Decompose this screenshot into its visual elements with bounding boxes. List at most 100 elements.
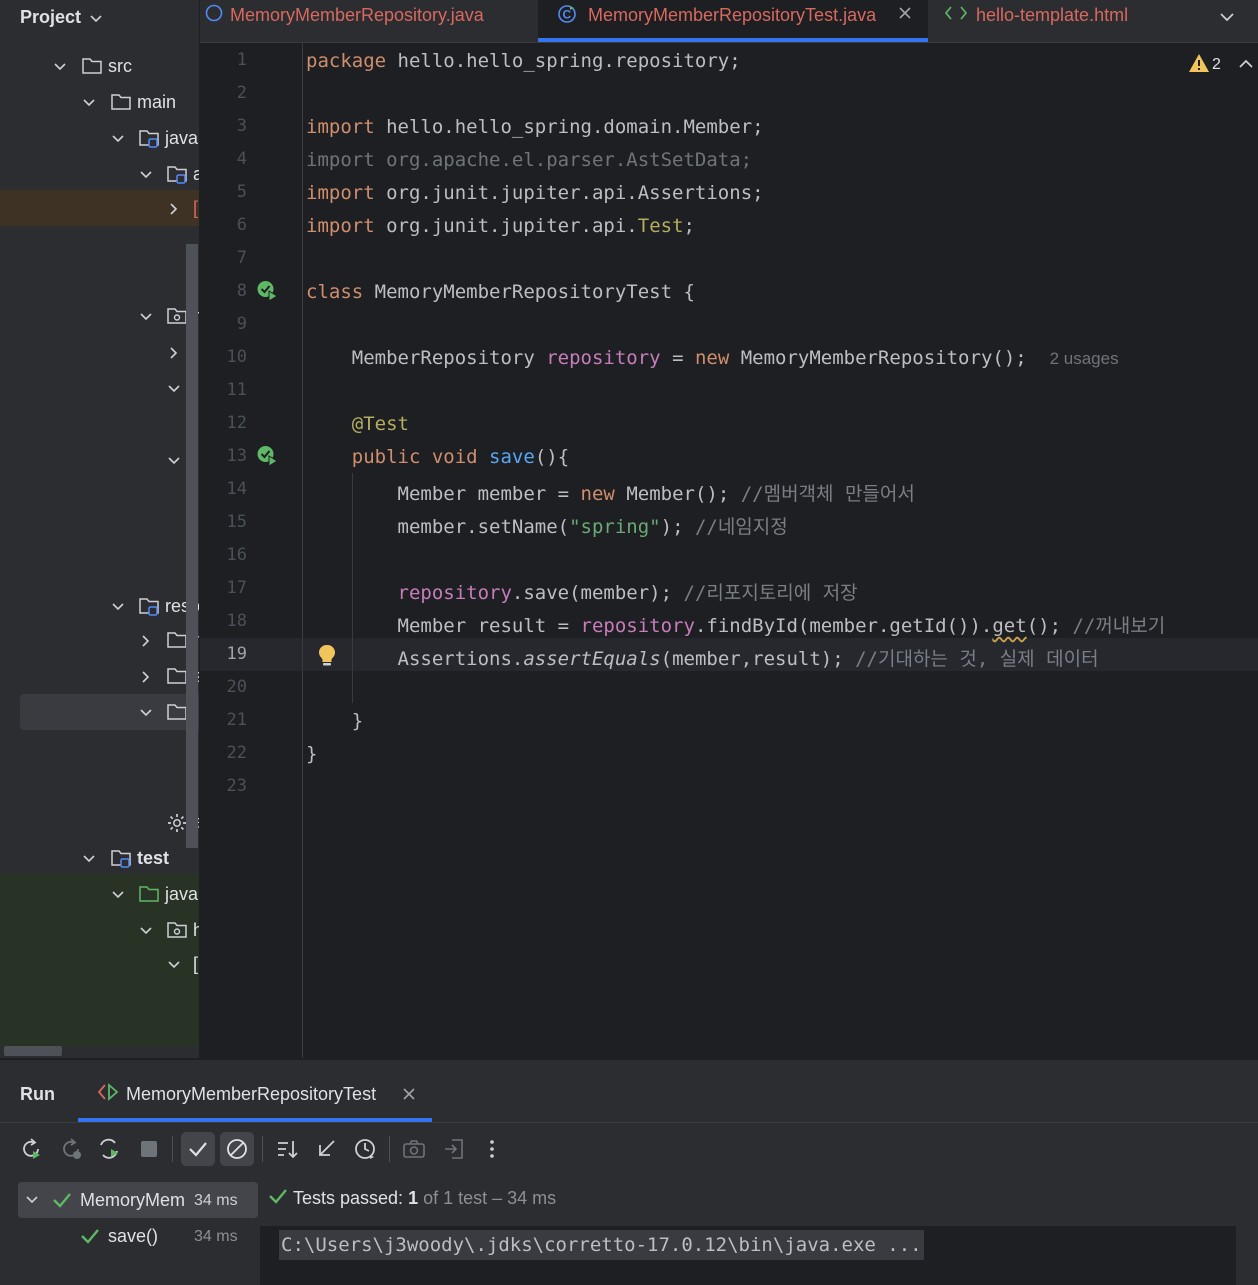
tree-item-folder[interactable]: [ (0, 442, 199, 478)
tree-item-test[interactable]: test (0, 840, 199, 876)
code-line: Member result = repository.findById(memb… (397, 615, 1166, 637)
import-tests-button[interactable] (437, 1132, 471, 1166)
test-method-time: 34 ms (194, 1228, 238, 1245)
tree-item-folder[interactable]: s (0, 658, 199, 694)
tab-memory-member-repository-test[interactable]: C MemoryMemberRepositoryTest.java (538, 0, 928, 42)
tree-item-package[interactable]: h (0, 912, 199, 948)
lightbulb-icon[interactable] (316, 643, 338, 669)
toggle-auto-test-button[interactable] (92, 1132, 126, 1166)
rerun-failed-button[interactable] (54, 1132, 88, 1166)
chevron-down-icon[interactable] (1218, 8, 1236, 26)
chevron-right-icon[interactable] (138, 669, 154, 685)
chevron-down-icon[interactable] (110, 599, 126, 615)
code-editor[interactable]: 1 2 3 4 5 6 7 8 9 10 11 12 13 14 15 16 17 18 19 20 21 22 23 pa… (200, 43, 1258, 1058)
code-line: public void save(){ (351, 446, 570, 468)
usages-hint[interactable]: 2 usages (1050, 349, 1119, 368)
package-folder-icon (166, 920, 188, 940)
tab-run-configuration[interactable]: MemoryMemberRepositoryTest (78, 1060, 432, 1122)
line-number: 7 (236, 248, 247, 268)
tree-item-folder[interactable]: [ (0, 946, 199, 982)
line-number: 2 (236, 83, 247, 103)
console-output[interactable]: C:\Users\j3woody\.jdks\corretto-17.0.12\… (260, 1226, 1258, 1285)
source-root-folder-icon (138, 128, 162, 150)
warning-count: 2 (1212, 56, 1221, 73)
sort-button[interactable] (270, 1132, 304, 1166)
test-history-button[interactable] (348, 1132, 382, 1166)
chevron-down-icon[interactable] (166, 453, 182, 469)
tree-item-src[interactable]: src (0, 48, 199, 84)
vertical-scrollbar[interactable] (186, 244, 198, 848)
chevron-down-icon[interactable] (138, 923, 154, 939)
warning-icon (1189, 54, 1209, 72)
show-passed-button[interactable] (181, 1132, 215, 1166)
tree-item-templates[interactable]: t (20, 694, 199, 730)
chevron-down-icon[interactable] (166, 957, 182, 973)
line-number: 20 (226, 677, 247, 697)
tree-item-package[interactable]: h (0, 298, 199, 334)
run-test-method-icon[interactable] (256, 444, 280, 468)
tab-memory-member-repository[interactable]: MemoryMemberRepository.java (200, 0, 538, 42)
chevron-down-icon[interactable] (81, 851, 97, 867)
tests-status: Tests passed: 1 of 1 test – 34 ms (293, 1188, 557, 1208)
html-file-icon (944, 5, 968, 21)
chevron-down-icon[interactable] (138, 167, 154, 183)
tree-item-package[interactable]: a (0, 156, 199, 192)
tree-item-folder[interactable]: [ (0, 334, 199, 370)
chevron-down-icon (88, 10, 104, 26)
test-method-row[interactable]: save() 34 ms (18, 1218, 258, 1254)
warnings-indicator[interactable]: 2 (1188, 53, 1221, 73)
gear-icon (166, 812, 188, 834)
tab-hello-template[interactable]: hello-template.html (928, 0, 1228, 42)
tree-item-main[interactable]: main (0, 84, 199, 120)
toolbar-separator (389, 1136, 390, 1162)
run-test-class-icon[interactable] (256, 279, 280, 303)
close-icon[interactable] (402, 1087, 416, 1101)
stop-button[interactable] (132, 1132, 166, 1166)
show-ignored-button[interactable] (220, 1132, 254, 1166)
run-config-label: MemoryMemberRepositoryTest (126, 1084, 377, 1104)
chevron-down-icon[interactable] (166, 381, 182, 397)
tree-item-label: [ (193, 198, 199, 218)
run-tool-window: Run MemoryMemberRepositoryTest MemoryMem… (0, 1059, 1258, 1285)
collapse-all-button[interactable] (309, 1132, 343, 1166)
chevron-down-icon[interactable] (110, 887, 126, 903)
tree-item-folder[interactable]: r (0, 622, 199, 658)
rerun-button[interactable] (14, 1132, 48, 1166)
test-method-name: save() (108, 1226, 159, 1246)
test-suite-row[interactable]: MemoryMem 34 ms (18, 1182, 258, 1218)
test-run-icon (96, 1082, 120, 1102)
tree-item-properties[interactable]: a (0, 804, 199, 840)
chevron-down-icon[interactable] (52, 59, 68, 75)
tree-item-label: src (108, 56, 132, 76)
check-icon (80, 1226, 100, 1246)
camera-button[interactable] (397, 1132, 431, 1166)
more-options-icon[interactable] (475, 1132, 509, 1166)
tree-item-highlighted[interactable]: [ (0, 190, 199, 226)
source-root-folder-icon (166, 164, 190, 186)
chevron-down-icon[interactable] (24, 1192, 40, 1208)
horizontal-scrollbar[interactable] (4, 1046, 62, 1056)
tree-item-resources[interactable]: reso (0, 588, 199, 624)
chevron-up-icon[interactable] (1238, 57, 1254, 71)
close-icon[interactable] (898, 6, 912, 20)
package-folder-icon (166, 306, 188, 326)
toolbar-separator (172, 1136, 173, 1162)
code-line: class MemoryMemberRepositoryTest { (306, 281, 695, 303)
chevron-down-icon[interactable] (138, 705, 154, 721)
chevron-right-icon[interactable] (138, 633, 154, 649)
tree-item-label: java (165, 884, 199, 904)
tab-label: MemoryMemberRepositoryTest.java (588, 5, 877, 25)
chevron-down-icon[interactable] (81, 95, 97, 111)
tree-item-java-sources[interactable]: java (0, 120, 199, 156)
resources-folder-icon (138, 596, 162, 618)
tree-item-folder[interactable]: [ (0, 370, 199, 406)
chevron-right-icon[interactable] (166, 345, 182, 361)
project-view-selector[interactable]: Project (0, 0, 199, 36)
chevron-down-icon[interactable] (110, 131, 126, 147)
chevron-down-icon[interactable] (138, 309, 154, 325)
folder-icon (110, 92, 132, 112)
chevron-right-icon[interactable] (166, 201, 182, 217)
tree-item-test-java[interactable]: java (0, 876, 199, 912)
line-number: 16 (226, 545, 247, 565)
vertical-scrollbar[interactable] (1236, 1226, 1258, 1285)
